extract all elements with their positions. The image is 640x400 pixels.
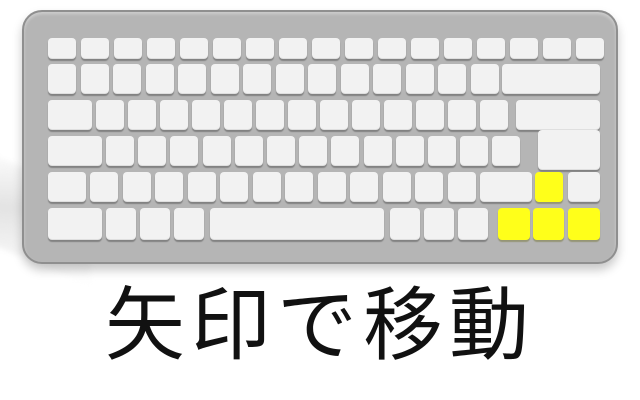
- letter-top-11-key: [416, 100, 444, 130]
- function-5-key: [180, 38, 208, 59]
- letter-top-13-key: [480, 100, 508, 130]
- keyboard: [22, 10, 618, 264]
- function-3-key: [114, 38, 142, 59]
- letter-top-10-key: [384, 100, 412, 130]
- letter-bottom-10-key: [382, 172, 411, 202]
- letter-home-11-key: [428, 136, 456, 166]
- left-arrow-key: [498, 208, 530, 240]
- letter-home-4-key: [202, 136, 231, 166]
- letter-home-13-key: [492, 136, 521, 166]
- letter-top-12-key: [448, 100, 476, 130]
- function-15-key: [510, 38, 538, 59]
- function-17-key: [576, 38, 604, 59]
- illustration: 矢印で移動: [0, 0, 640, 400]
- letter-home-5-key: [234, 136, 263, 166]
- ctrl-right-key: [458, 208, 488, 240]
- letter-home-12-key: [460, 136, 489, 166]
- letter-bottom-3-key: [155, 172, 183, 202]
- backspace-key: [502, 64, 600, 94]
- letter-top-3-key: [160, 100, 188, 130]
- number-9-key: [308, 64, 336, 94]
- letter-home-1-key: [106, 136, 134, 166]
- letter-top-2-key: [128, 100, 156, 130]
- letter-home-6-key: [267, 136, 295, 166]
- fn-key: [106, 208, 136, 240]
- menu-key: [424, 208, 454, 240]
- caption: 矢印で移動: [105, 279, 535, 372]
- left-shift-key: [48, 172, 86, 202]
- function-2-key: [81, 38, 109, 59]
- right-shift-key: [480, 172, 532, 202]
- function-12-key: [411, 38, 439, 59]
- space-key: [210, 208, 384, 240]
- up-arrow-key: [535, 172, 563, 202]
- enter-key: [538, 130, 600, 170]
- letter-bottom-1-key: [90, 172, 118, 202]
- letter-bottom-5-key: [220, 172, 248, 202]
- number-14-key: [470, 64, 499, 94]
- tab-key: [48, 100, 92, 130]
- letter-home-10-key: [395, 136, 424, 166]
- letter-top-7-key: [288, 100, 316, 130]
- letter-top-5-key: [224, 100, 252, 130]
- function-7-key: [246, 38, 274, 59]
- letter-top-4-key: [192, 100, 220, 130]
- letter-bottom-7-key: [285, 172, 313, 202]
- letter-bottom-8-key: [317, 172, 346, 202]
- alt-right-key: [390, 208, 420, 240]
- number-8-key: [275, 64, 304, 94]
- function-1-key: [48, 38, 76, 59]
- number-4-key: [145, 64, 174, 94]
- number-10-key: [340, 64, 369, 94]
- function-13-key: [444, 38, 472, 59]
- number-2-key: [80, 64, 109, 94]
- win-key: [140, 208, 170, 240]
- letter-home-9-key: [363, 136, 392, 166]
- number-3-key: [113, 64, 141, 94]
- number-7-key: [243, 64, 271, 94]
- letter-top-8-key: [320, 100, 348, 130]
- letter-top-9-key: [352, 100, 380, 130]
- function-11-key: [378, 38, 406, 59]
- letter-top-6-key: [256, 100, 284, 130]
- letter-bottom-4-key: [187, 172, 216, 202]
- letter-bottom-12-key: [447, 172, 476, 202]
- function-16-key: [543, 38, 571, 59]
- letter-home-2-key: [138, 136, 167, 166]
- right-shift-2-key: [568, 172, 600, 202]
- ctrl-key: [48, 208, 102, 240]
- number-5-key: [178, 64, 206, 94]
- caps-lock-key: [48, 136, 102, 166]
- function-14-key: [477, 38, 505, 59]
- number-13-key: [438, 64, 466, 94]
- function-4-key: [147, 38, 175, 59]
- letter-bottom-11-key: [415, 172, 443, 202]
- number-1-key: [48, 64, 76, 94]
- number-11-key: [373, 64, 401, 94]
- function-10-key: [345, 38, 373, 59]
- down-arrow-key: [533, 208, 564, 240]
- letter-bottom-9-key: [350, 172, 378, 202]
- alt-key: [174, 208, 204, 240]
- right-arrow-key: [568, 208, 600, 240]
- letter-bottom-6-key: [252, 172, 281, 202]
- letter-top-1-key: [96, 100, 124, 130]
- enter-key: [516, 100, 600, 130]
- number-12-key: [405, 64, 434, 94]
- function-9-key: [312, 38, 340, 59]
- letter-bottom-2-key: [122, 172, 151, 202]
- letter-home-7-key: [299, 136, 328, 166]
- letter-home-3-key: [170, 136, 199, 166]
- number-6-key: [210, 64, 239, 94]
- function-6-key: [213, 38, 241, 59]
- function-8-key: [279, 38, 307, 59]
- letter-home-8-key: [331, 136, 360, 166]
